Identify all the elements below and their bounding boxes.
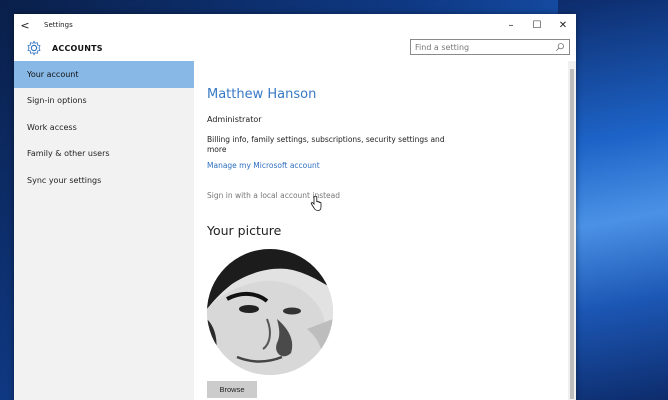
title-bar: < Settings – ☐ ✕ <box>14 14 576 36</box>
scrollbar-thumb[interactable] <box>570 69 574 399</box>
settings-window: < Settings – ☐ ✕ ACCOUNTS Find a setting… <box>14 14 576 400</box>
window-title: Settings <box>44 21 73 29</box>
sidebar-item-work-access[interactable]: Work access <box>14 114 194 141</box>
window-controls: – ☐ ✕ <box>498 14 576 36</box>
browse-button[interactable]: Browse <box>207 381 257 398</box>
sidebar-item-your-account[interactable]: Your account <box>14 61 194 88</box>
billing-description: Billing info, family settings, subscript… <box>207 135 445 154</box>
sidebar-item-family-other-users[interactable]: Family & other users <box>14 141 194 168</box>
sidebar-item-label: Work access <box>27 122 77 132</box>
user-name: Matthew Hanson <box>207 87 317 102</box>
page-title: ACCOUNTS <box>52 43 103 53</box>
sidebar: Your account Sign-in options Work access… <box>14 61 194 400</box>
close-button[interactable]: ✕ <box>550 14 576 36</box>
sidebar-item-sign-in-options[interactable]: Sign-in options <box>14 88 194 115</box>
account-role: Administrator <box>207 115 262 124</box>
maximize-button[interactable]: ☐ <box>524 14 550 36</box>
search-input[interactable]: Find a setting <box>410 39 570 55</box>
sidebar-item-label: Family & other users <box>27 149 110 159</box>
scrollbar[interactable] <box>568 61 576 400</box>
picture-heading: Your picture <box>207 223 282 238</box>
sidebar-item-label: Sign-in options <box>27 96 87 106</box>
back-button[interactable]: < <box>14 19 36 32</box>
search-placeholder: Find a setting <box>415 42 470 52</box>
hand-cursor-icon <box>310 196 322 211</box>
gear-icon <box>27 40 41 56</box>
sidebar-item-label: Sync your settings <box>27 175 102 185</box>
minimize-button[interactable]: – <box>498 14 524 36</box>
page-header: ACCOUNTS Find a setting <box>14 36 576 60</box>
avatar <box>207 249 333 375</box>
profile-photo <box>207 249 333 375</box>
account-content: Matthew Hanson Administrator Billing inf… <box>194 61 568 400</box>
search-icon[interactable] <box>555 42 565 52</box>
sidebar-item-sync-settings[interactable]: Sync your settings <box>14 167 194 194</box>
sidebar-item-label: Your account <box>27 69 79 79</box>
manage-microsoft-account-link[interactable]: Manage my Microsoft account <box>207 161 320 170</box>
